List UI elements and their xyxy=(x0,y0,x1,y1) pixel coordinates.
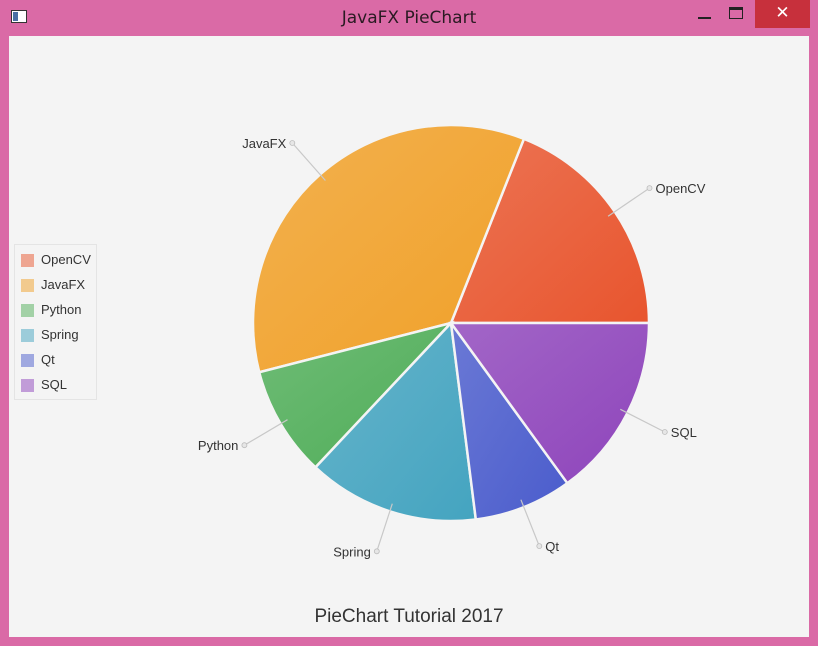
pie-label-sql: SQL xyxy=(671,425,697,440)
legend-label: Python xyxy=(41,302,82,317)
minimize-button[interactable] xyxy=(690,0,718,28)
chart-legend: OpenCV JavaFX Python Spring Qt SQL xyxy=(14,244,97,400)
label-dot-javafx xyxy=(289,140,296,146)
label-line-python xyxy=(244,419,288,446)
label-line-sql xyxy=(620,408,666,433)
label-line-javafx xyxy=(291,142,326,181)
application-window: JavaFX PieChart ✕ OpenCV JavaFX Python Spri… xyxy=(0,0,818,646)
legend-swatch xyxy=(21,329,34,342)
legend-label: JavaFX xyxy=(41,277,86,292)
legend-swatch xyxy=(21,254,34,267)
chart-title: PieChart Tutorial 2017 xyxy=(314,606,504,627)
label-dot-python xyxy=(241,442,248,449)
label-dot-sql xyxy=(661,429,668,435)
chart-area: OpenCV JavaFX Python Spring Qt SQL OpenCV Java… xyxy=(9,36,809,637)
label-line-qt xyxy=(520,499,540,547)
label-line-opencv xyxy=(607,187,650,217)
legend-label: OpenCV xyxy=(41,252,91,267)
title-bar[interactable]: JavaFX PieChart ✕ xyxy=(0,0,818,36)
legend-label: SQL xyxy=(41,377,68,392)
maximize-button[interactable] xyxy=(722,0,750,28)
pie-label-qt: Qt xyxy=(545,539,559,554)
pie-label-opencv: OpenCV xyxy=(656,181,706,196)
legend-swatch xyxy=(21,279,34,292)
close-icon: ✕ xyxy=(775,3,790,23)
legend-swatch xyxy=(21,354,34,367)
pie-label-javafx: JavaFX xyxy=(242,136,286,151)
label-dot-opencv xyxy=(646,185,653,192)
pie-chart: OpenCV JavaFX Python Spring Qt SQL xyxy=(198,123,706,559)
close-button[interactable]: ✕ xyxy=(755,0,810,28)
legend-swatch xyxy=(21,379,34,392)
pie-label-spring: Spring xyxy=(333,544,371,559)
legend-label: Qt xyxy=(41,352,55,367)
legend-swatch xyxy=(21,304,34,317)
pie-label-python: Python xyxy=(198,438,238,453)
legend-label: Spring xyxy=(41,327,79,342)
pie-slices xyxy=(251,123,651,523)
label-dot-qt xyxy=(536,543,543,550)
label-dot-spring xyxy=(373,548,380,555)
